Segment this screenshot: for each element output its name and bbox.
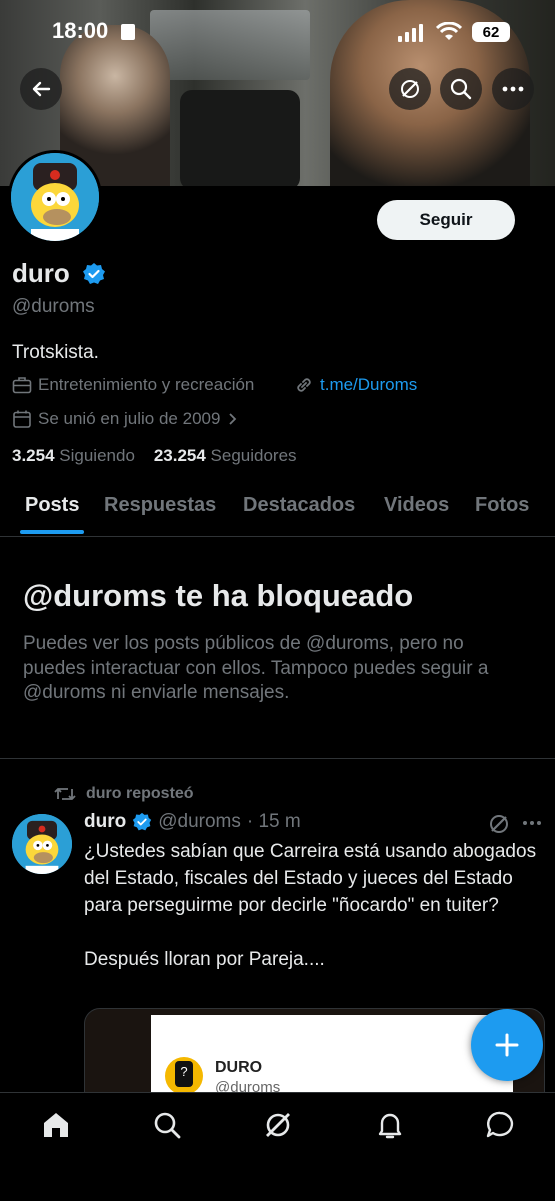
post-text-paragraph-2: Después lloran por Pareja....: [84, 949, 325, 970]
compose-button[interactable]: [471, 1009, 543, 1081]
verified-badge-icon: [133, 812, 152, 831]
arrow-left-icon: [32, 81, 51, 97]
joined-text: Se unió en julio de 2009: [38, 409, 221, 428]
bottom-nav: [0, 1092, 555, 1201]
tab-respuestas[interactable]: Respuestas: [104, 494, 216, 517]
search-icon[interactable]: [151, 1109, 183, 1141]
post-avatar[interactable]: [12, 814, 72, 874]
calendar-icon: [13, 410, 31, 428]
battery-indicator: 62: [472, 22, 510, 42]
blocked-description: Puedes ver los posts públicos de @duroms…: [23, 633, 489, 703]
messages-icon[interactable]: [484, 1109, 516, 1141]
active-tab-indicator: [20, 530, 84, 534]
grok-button[interactable]: [389, 68, 431, 110]
profile-avatar[interactable]: [8, 150, 102, 244]
plus-icon: [495, 1033, 519, 1057]
card-name: DURO: [215, 1059, 263, 1076]
avatar-image: [11, 153, 99, 241]
following-link[interactable]: 3.254 Siguiendo: [12, 446, 135, 465]
search-button[interactable]: [440, 68, 482, 110]
divider: [0, 758, 555, 759]
id-card-icon: [121, 24, 135, 40]
repost-label: duro reposteó: [86, 785, 194, 802]
followers-label: Seguidores: [210, 446, 297, 465]
profile-handle: @duroms: [12, 296, 95, 317]
follow-button[interactable]: Seguir: [377, 200, 515, 240]
category-text: Entretenimiento y recreación: [38, 375, 255, 394]
post-avatar-image: [12, 814, 72, 874]
post-text: ¿Ustedes sabían que Carreira está usando…: [84, 838, 544, 973]
home-icon[interactable]: [40, 1109, 72, 1141]
post-text-paragraph-1: ¿Ustedes sabían que Carreira está usando…: [84, 841, 537, 916]
post-more-icon[interactable]: [522, 820, 542, 826]
profile-bio: Trotskista.: [12, 342, 99, 363]
grok-icon[interactable]: [262, 1109, 294, 1141]
post-time: · 15 m: [246, 811, 301, 832]
tab-videos[interactable]: Videos: [384, 494, 449, 517]
briefcase-icon: [12, 377, 32, 394]
card-avatar: ?: [165, 1057, 203, 1095]
blocked-title: @duroms te ha bloqueado: [23, 578, 414, 613]
following-label: Siguiendo: [59, 446, 135, 465]
following-count: 3.254: [12, 446, 55, 465]
profile-name-text: duro: [12, 258, 70, 288]
tab-destacados[interactable]: Destacados: [243, 494, 355, 517]
wifi-icon: [436, 22, 462, 40]
grok-icon[interactable]: [488, 813, 510, 835]
more-icon: [502, 86, 524, 92]
profile-name: duro: [12, 258, 70, 289]
status-time: 18:00: [52, 18, 109, 43]
post-author[interactable]: duro: [84, 811, 126, 833]
bell-icon[interactable]: [374, 1109, 406, 1141]
post-header: duro @duroms · 15 m: [84, 811, 301, 833]
profile-link[interactable]: t.me/Duroms: [294, 375, 417, 395]
tab-posts[interactable]: Posts: [25, 494, 79, 517]
link-text[interactable]: t.me/Duroms: [320, 375, 417, 395]
chevron-right-icon: [229, 413, 237, 425]
link-icon: [297, 378, 311, 392]
grok-icon: [401, 80, 419, 98]
back-button[interactable]: [20, 68, 62, 110]
followers-link[interactable]: 23.254 Seguidores: [154, 446, 297, 465]
verified-badge-icon: [83, 263, 105, 284]
joined-date[interactable]: Se unió en julio de 2009: [12, 409, 238, 429]
more-button[interactable]: [492, 68, 534, 110]
profile-category: Entretenimiento y recreación: [12, 375, 254, 395]
search-icon: [450, 78, 472, 100]
profile-tabs: Posts Respuestas Destacados Videos Fotos: [0, 484, 555, 537]
repost-indicator: duro reposteó: [54, 785, 194, 803]
repost-icon: [54, 788, 76, 800]
profile-stats: 3.254 Siguiendo 23.254 Seguidores: [12, 446, 297, 466]
tab-fotos[interactable]: Fotos: [475, 494, 529, 517]
cellular-signal-icon: [398, 24, 423, 42]
post-handle[interactable]: @duroms: [158, 811, 241, 833]
followers-count: 23.254: [153, 446, 206, 465]
